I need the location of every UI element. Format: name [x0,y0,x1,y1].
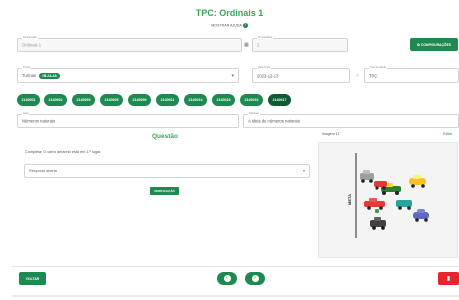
question-chip[interactable]: 2140009 [128,94,151,106]
class-select[interactable]: Turma Turmas 1B-2A-4A ▾ [17,66,239,83]
due-date-field[interactable]: Data limite 2023-12-13 [252,66,350,83]
horizontal-scrollbar[interactable] [12,295,459,297]
subarea-label: Subárea [248,112,260,115]
car-icon [396,200,412,210]
image-caption: Imagem 17 [322,132,340,136]
trash-icon: ▮ [446,276,451,282]
settings-button[interactable]: ⚙ CONFIGURAÇÕES [410,38,458,51]
finish-line-label: META [347,194,352,205]
answer-select[interactable]: Resposta aberta ▾ [24,164,310,178]
chevron-down-icon[interactable]: ▾ [303,168,305,173]
class-select-value: Turmas 1B-2A-4A [22,72,60,79]
arrow-left-icon: ‹ [223,275,231,282]
car-icon [374,181,387,190]
car-icon [375,209,379,213]
question-image: META [318,142,458,258]
task-type-value: TPC [369,73,378,78]
question-chip[interactable]: 2140015 [212,94,235,106]
car-icon [409,175,426,188]
designation-field[interactable]: Designação Ordinais 1 [17,36,242,52]
settings-button-label: CONFIGURAÇÕES [420,42,452,47]
help-toggle[interactable]: MOSTRAR AJUDA? [0,23,459,28]
designation-value: Ordinais 1 [22,42,42,48]
due-date-value: 2023-12-13 [257,73,279,78]
subarea-value: A ideia de números naturais [248,118,300,124]
class-label: Turma [22,66,32,69]
car-icon [370,217,386,230]
edit-image-link[interactable]: Editar [443,132,452,136]
question-instruction: Completa: O carro amarelo está em 1.º lu… [25,150,102,154]
calendar-icon[interactable]: ○ [356,73,359,79]
question-chip-active[interactable]: 2140017 [268,94,291,106]
gear-icon: ⚙ [416,42,420,47]
race-cars-illustration: META [347,153,429,238]
task-type-field[interactable]: Tipo de tarefa TPC [364,66,459,83]
question-chip[interactable]: 2140005 [100,94,123,106]
question-chip[interactable]: 2140016 [240,94,263,106]
questions-count-label: Nº questões [257,36,274,39]
area-value: Números naturais [22,118,56,124]
designation-label: Designação [22,36,38,39]
help-toggle-label[interactable]: MOSTRAR AJUDA [211,23,242,27]
questions-count-value: 2 [257,42,260,48]
car-icon [360,170,374,183]
questions-count-field[interactable]: Nº questões 2 [252,36,348,52]
car-icon [413,209,429,222]
question-chip[interactable]: 2140001 [17,94,40,106]
page-title: TPC: Ordinais 1 [195,8,264,18]
area-label: Área [22,112,30,115]
due-date-label: Data limite [257,66,272,69]
question-chip[interactable]: 2140003 [72,94,95,106]
arrow-right-icon: › [251,275,259,282]
calendar-icon[interactable]: ▦ [244,42,249,48]
delete-button[interactable]: ▮ [438,272,459,285]
question-chip[interactable]: 2140002 [44,94,67,106]
chevron-down-icon[interactable]: ▾ [231,73,234,79]
area-field[interactable]: Área Números naturais [17,112,239,128]
verify-button[interactable]: VERIFICAÇÃO [150,187,179,195]
car-icon [364,198,385,210]
question-heading: Questão [151,133,178,140]
class-tag[interactable]: 1B-2A-4A [39,72,60,79]
subarea-field[interactable]: Subárea A ideia de números naturais [243,112,459,128]
divider [12,266,459,267]
previous-button[interactable]: ‹ [217,272,237,285]
question-chip[interactable]: 2140014 [184,94,207,106]
class-prefix: Turmas [22,73,37,78]
answer-select-value: Resposta aberta [29,169,57,173]
question-chip[interactable]: 2140011 [156,94,179,106]
next-button[interactable]: › [245,272,265,285]
task-type-label: Tipo de tarefa [369,66,387,69]
help-circle-icon[interactable]: ? [242,23,248,28]
back-button[interactable]: VOLTAR [19,272,46,285]
